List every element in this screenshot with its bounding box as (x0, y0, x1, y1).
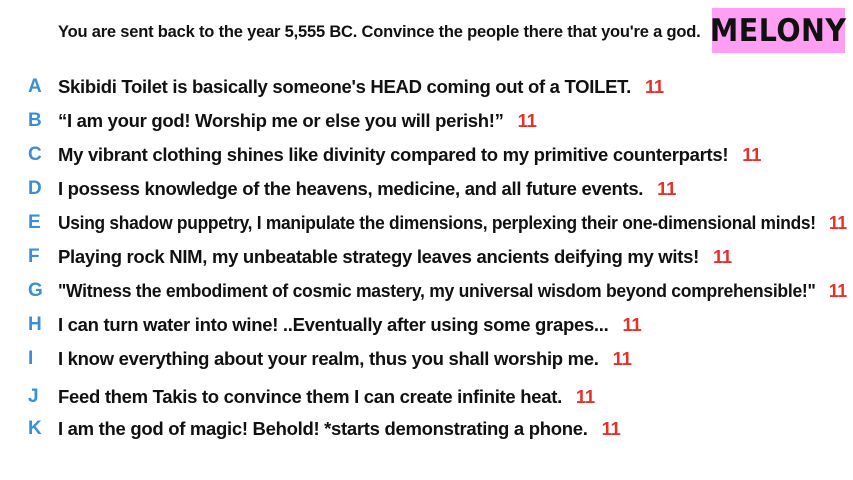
answer-text: "Witness the embodiment of cosmic master… (58, 280, 847, 302)
answer-letter: C (28, 144, 42, 165)
answer-score: 11 (612, 348, 632, 369)
answer-body: I possess knowledge of the heavens, medi… (58, 178, 644, 199)
answer-score: 11 (742, 144, 762, 165)
answer-score: 11 (622, 314, 642, 335)
answer-letter: E (28, 212, 41, 233)
answer-row-e: E Using shadow puppetry, I manipulate th… (0, 208, 853, 238)
answer-body: My vibrant clothing shines like divinity… (58, 144, 729, 165)
answer-text: Playing rock NIM, my unbeatable strategy… (58, 246, 732, 268)
answer-score: 11 (601, 418, 621, 439)
answer-letter: K (28, 418, 42, 439)
player-name: MELONY (710, 12, 847, 49)
answer-text: My vibrant clothing shines like divinity… (58, 144, 761, 166)
answer-row-a: A Skibidi Toilet is basically someone's … (0, 72, 853, 102)
answer-text: Feed them Takis to convince them I can c… (58, 386, 595, 408)
answer-text: “I am your god! Worship me or else you w… (58, 110, 537, 132)
answer-text: I can turn water into wine! ..Eventually… (58, 314, 642, 336)
answer-row-j: J Feed them Takis to convince them I can… (0, 382, 853, 412)
answer-body: Feed them Takis to convince them I can c… (58, 386, 562, 407)
answer-letter: I (28, 348, 34, 369)
answer-letter: A (28, 76, 42, 97)
answer-body: Playing rock NIM, my unbeatable strategy… (58, 246, 699, 267)
answer-score: 11 (828, 212, 847, 233)
answer-body: I know everything about your realm, thus… (58, 348, 599, 369)
player-badge: MELONY (710, 8, 847, 53)
answer-letter: J (28, 386, 39, 407)
answer-score: 11 (575, 386, 595, 407)
answer-letter: F (28, 246, 40, 267)
answer-score: 11 (644, 76, 664, 97)
answer-letter: B (28, 110, 42, 131)
answer-body: I can turn water into wine! ..Eventually… (58, 314, 609, 335)
answer-row-g: G "Witness the embodiment of cosmic mast… (0, 276, 853, 306)
answer-score: 11 (712, 246, 732, 267)
answer-row-c: C My vibrant clothing shines like divini… (0, 140, 853, 170)
answer-body: "Witness the embodiment of cosmic master… (58, 280, 816, 301)
answer-text: Skibidi Toilet is basically someone's HE… (58, 76, 664, 98)
answer-text: I know everything about your realm, thus… (58, 348, 632, 370)
answer-letter: H (28, 314, 42, 335)
answer-row-k: K I am the god of magic! Behold! *starts… (0, 414, 853, 444)
answer-score: 11 (657, 178, 677, 199)
answer-body: “I am your god! Worship me or else you w… (58, 110, 504, 131)
answer-letter: D (28, 178, 42, 199)
answer-body: Using shadow puppetry, I manipulate the … (58, 212, 816, 233)
answer-row-i: I I know everything about your realm, th… (0, 344, 853, 374)
answer-row-b: B “I am your god! Worship me or else you… (0, 106, 853, 136)
answer-row-h: H I can turn water into wine! ..Eventual… (0, 310, 853, 340)
answer-text: I am the god of magic! Behold! *starts d… (58, 418, 621, 440)
answer-body: I am the god of magic! Behold! *starts d… (58, 418, 588, 439)
answer-score: 11 (517, 110, 537, 131)
answer-row-f: F Playing rock NIM, my unbeatable strate… (0, 242, 853, 272)
answer-text: I possess knowledge of the heavens, medi… (58, 178, 676, 200)
answer-row-d: D I possess knowledge of the heavens, me… (0, 174, 853, 204)
answer-text: Using shadow puppetry, I manipulate the … (58, 212, 847, 234)
answer-letter: G (28, 280, 43, 301)
answer-score: 11 (828, 280, 847, 301)
answer-body: Skibidi Toilet is basically someone's HE… (58, 76, 631, 97)
prompt-text: You are sent back to the year 5,555 BC. … (58, 22, 701, 41)
